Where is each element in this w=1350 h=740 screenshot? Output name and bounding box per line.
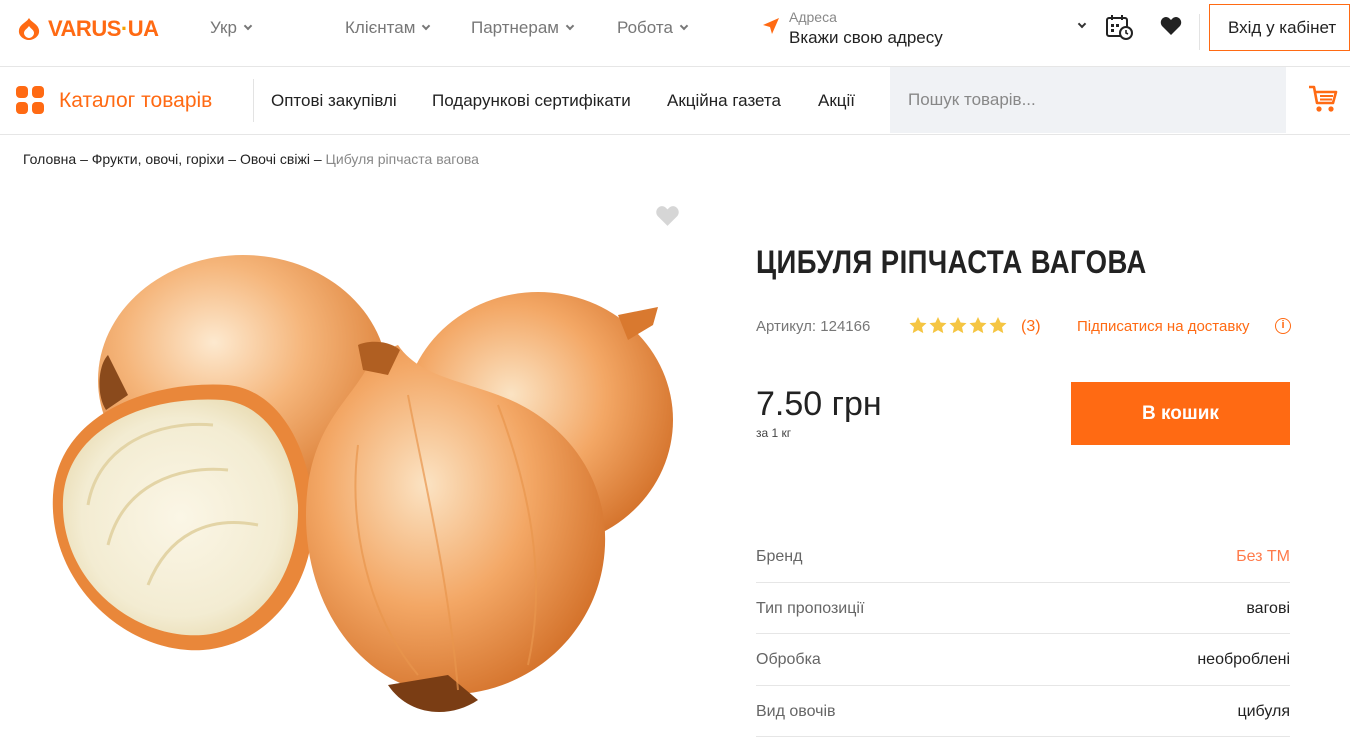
address-chevron-icon[interactable] [1077, 19, 1087, 29]
link-promo-newspaper[interactable]: Акційна газета [667, 91, 781, 111]
spec-brand-link[interactable]: Без ТМ [1236, 548, 1290, 566]
nav-partners[interactable]: Партнерам [471, 18, 575, 38]
breadcrumb-current: Цибуля ріпчаста вагова [325, 151, 479, 167]
logo-flame-icon [18, 18, 40, 40]
cart-icon[interactable] [1308, 85, 1338, 113]
breadcrumb-home[interactable]: Головна [23, 151, 76, 167]
star-icon [909, 317, 927, 334]
product-sku: Артикул: 124166 [756, 318, 871, 335]
product-price: 7.50 грн [756, 385, 882, 423]
breadcrumb-fresh-vegetables[interactable]: Овочі свіжі [240, 151, 310, 167]
add-to-favorites-icon[interactable] [655, 205, 680, 227]
spec-row: Вид овочів цибуля [756, 686, 1290, 737]
link-promotions[interactable]: Акції [818, 91, 855, 111]
breadcrumb-separator: – [224, 151, 240, 167]
star-icon [949, 317, 967, 334]
star-icon [929, 317, 947, 334]
spec-value: вагові [1246, 599, 1290, 617]
product-title: ЦИБУЛЯ РІПЧАСТА ВАГОВА [756, 244, 1147, 280]
catalog-grid-icon[interactable] [16, 86, 45, 115]
product-specs: Бренд Без ТМ Тип пропозиції вагові Оброб… [756, 531, 1290, 737]
varus-logo[interactable]: VARUS·UA [16, 14, 159, 44]
link-gift-certificates[interactable]: Подарункові сертифікати [432, 91, 631, 111]
spec-key: Бренд [756, 548, 803, 565]
address-selector[interactable]: Вкажи свою адресу [789, 28, 943, 48]
nav-clients[interactable]: Клієнтам [345, 18, 431, 38]
search-input[interactable] [890, 67, 1286, 133]
reviews-count[interactable]: (3) [1021, 318, 1041, 336]
breadcrumb-fruits-vegetables[interactable]: Фрукти, овочі, горіхи [92, 151, 225, 167]
spec-value: необроблені [1197, 651, 1290, 668]
login-button[interactable]: Вхід у кабінет [1209, 4, 1350, 51]
language-label: Укр [210, 18, 237, 37]
product-image[interactable] [28, 245, 688, 725]
language-selector[interactable]: Укр [210, 18, 253, 38]
chevron-down-icon [565, 21, 575, 31]
chevron-down-icon [679, 21, 689, 31]
chevron-down-icon [422, 21, 431, 31]
spec-key: Обробка [756, 651, 821, 668]
address-label: Адреса [789, 9, 837, 25]
top-bar: VARUS·UA Укр Клієнтам Партнерам Робота А… [0, 0, 1350, 67]
logo-text: VARUS·UA [48, 16, 159, 41]
spec-row: Тип пропозиції вагові [756, 583, 1290, 634]
catalog-divider [253, 79, 254, 122]
chevron-down-icon [243, 21, 253, 31]
add-to-cart-button[interactable]: В кошик [1071, 382, 1290, 445]
spec-row: Бренд Без ТМ [756, 531, 1290, 583]
nav-clients-label: Клієнтам [345, 18, 416, 37]
favorites-heart-icon[interactable] [1160, 16, 1182, 36]
nav-partners-label: Партнерам [471, 18, 559, 37]
price-unit: за 1 кг [756, 426, 792, 440]
location-arrow-icon [763, 18, 779, 34]
nav-jobs-label: Робота [617, 18, 673, 37]
star-icon [969, 317, 987, 334]
star-icon [989, 317, 1007, 334]
link-wholesale[interactable]: Оптові закупівлі [271, 91, 397, 111]
rating-stars[interactable] [909, 317, 1007, 334]
info-icon[interactable]: i [1275, 318, 1291, 334]
catalog-button[interactable]: Каталог товарів [59, 89, 212, 113]
header-divider [1199, 14, 1200, 50]
subscribe-delivery-link[interactable]: Підписатися на доставку [1077, 318, 1250, 335]
breadcrumb: Головна – Фрукти, овочі, горіхи – Овочі … [23, 151, 479, 167]
nav-jobs[interactable]: Робота [617, 18, 689, 38]
spec-key: Тип пропозиції [756, 599, 865, 617]
spec-row: Обробка необроблені [756, 634, 1290, 686]
catalog-bar: Каталог товарів Оптові закупівлі Подарун… [0, 67, 1350, 135]
breadcrumb-separator: – [76, 151, 92, 167]
spec-value: цибуля [1237, 702, 1290, 720]
delivery-calendar-icon[interactable] [1106, 14, 1134, 40]
spec-key: Вид овочів [756, 702, 836, 720]
breadcrumb-separator: – [309, 151, 326, 167]
